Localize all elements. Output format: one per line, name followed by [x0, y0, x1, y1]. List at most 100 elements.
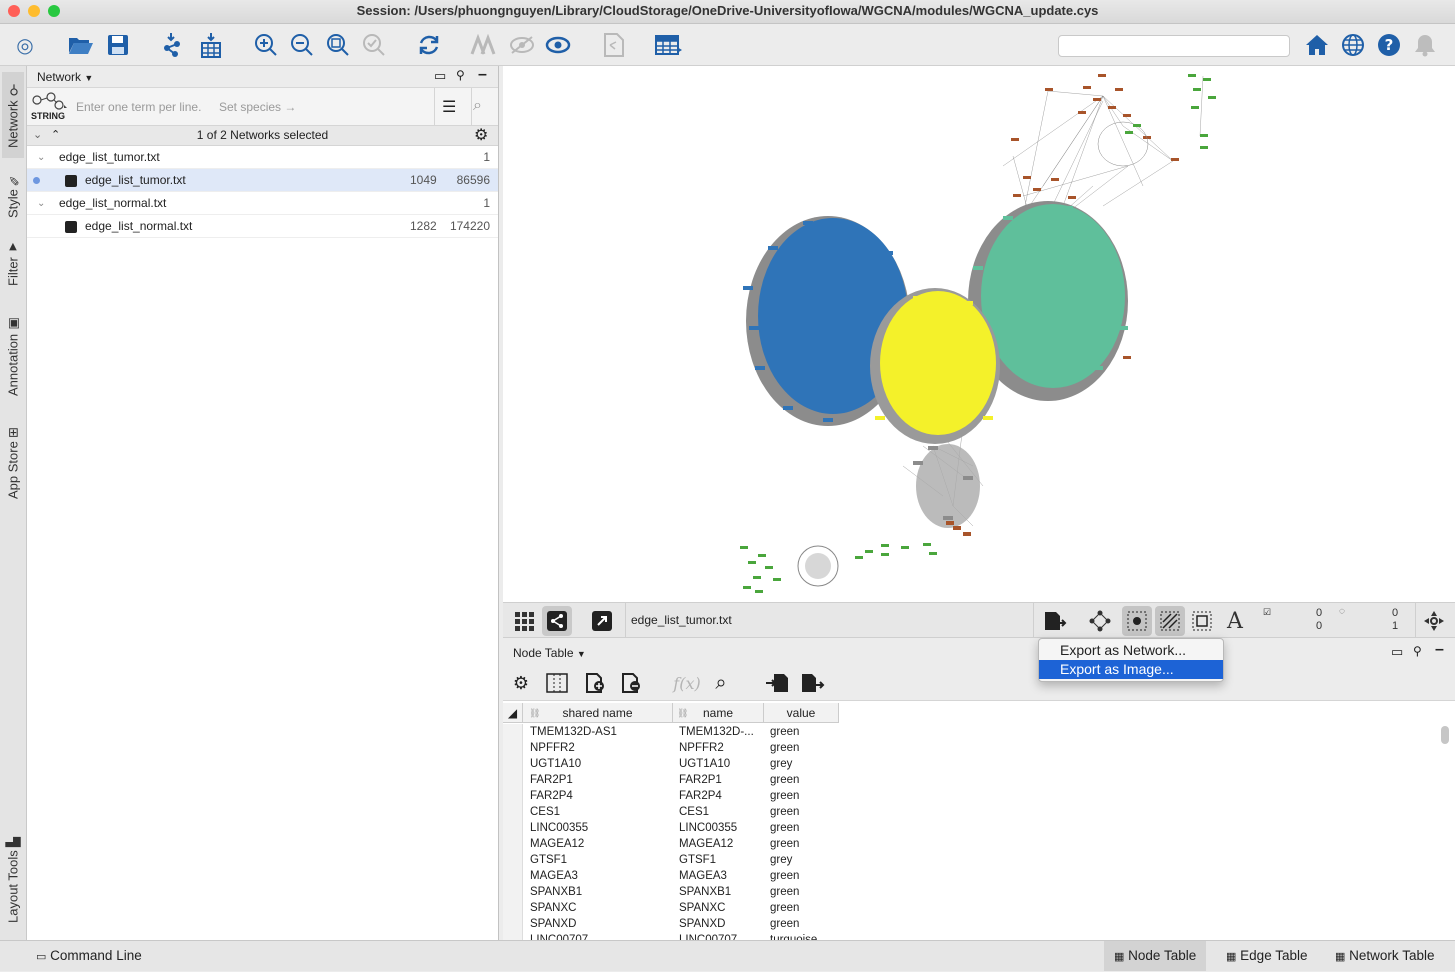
cell-value[interactable]: green	[770, 788, 840, 804]
tab-style[interactable]: Style ✎	[2, 166, 24, 224]
row-header[interactable]	[503, 724, 523, 740]
string-search-icon[interactable]: ⌕	[473, 97, 482, 115]
network-graph[interactable]	[503, 66, 1455, 602]
tab-filter[interactable]: Filter ▼	[2, 234, 24, 292]
table-row[interactable]: MAGEA12 MAGEA12 green	[503, 836, 1443, 852]
save-session-icon[interactable]	[103, 30, 133, 60]
cell-shared-name[interactable]: LINC00355	[530, 820, 670, 836]
table-row[interactable]: LINC00707 LINC00707 turquoise	[503, 932, 1443, 940]
table-row[interactable]: LINC00355 LINC00355 green	[503, 820, 1443, 836]
grid-view-icon[interactable]	[509, 606, 539, 636]
tab-annotation[interactable]: Annotation ▣	[2, 306, 24, 406]
show-edges-icon[interactable]	[1155, 606, 1185, 636]
hide-selected-icon[interactable]	[507, 30, 537, 60]
cell-shared-name[interactable]: CES1	[530, 804, 670, 820]
collection-row[interactable]: ⌄ edge_list_normal.txt 1	[27, 192, 498, 215]
import-table-icon[interactable]	[196, 30, 226, 60]
show-nodes-icon[interactable]	[1122, 606, 1152, 636]
row-header[interactable]	[503, 820, 523, 836]
network-row[interactable]: edge_list_normal.txt 1282 174220	[27, 215, 498, 238]
minimize-window-button[interactable]	[28, 5, 40, 17]
row-header[interactable]	[503, 852, 523, 868]
notifications-bell-icon[interactable]	[1410, 30, 1440, 60]
cell-value[interactable]: green	[770, 804, 840, 820]
cell-shared-name[interactable]: NPFFR2	[530, 740, 670, 756]
cell-value[interactable]: green	[770, 820, 840, 836]
zoom-out-icon[interactable]	[287, 30, 317, 60]
cell-shared-name[interactable]: MAGEA3	[530, 868, 670, 884]
row-header[interactable]	[503, 916, 523, 932]
set-species-link[interactable]: Set species →	[219, 100, 296, 114]
cell-name[interactable]: MAGEA3	[679, 868, 761, 884]
table-row[interactable]: NPFFR2 NPFFR2 green	[503, 740, 1443, 756]
delete-column-icon[interactable]	[617, 669, 645, 697]
menu-icon[interactable]: ☰	[442, 97, 456, 117]
cell-name[interactable]: LINC00355	[679, 820, 761, 836]
cell-shared-name[interactable]: LINC00707	[530, 932, 670, 940]
import-table-data-icon[interactable]	[763, 669, 791, 697]
menu-item-export-image[interactable]: Export as Image...	[1039, 660, 1223, 679]
row-header[interactable]	[503, 804, 523, 820]
pin-icon[interactable]: ⚲	[456, 68, 465, 82]
cell-shared-name[interactable]: MAGEA12	[530, 836, 670, 852]
cell-value[interactable]: green	[770, 740, 840, 756]
column-header-value[interactable]: value	[764, 703, 839, 723]
home-icon[interactable]	[1302, 30, 1332, 60]
new-network-from-selection-icon[interactable]	[599, 30, 629, 60]
column-header-shared-name[interactable]: ⛓ shared name	[523, 703, 673, 723]
table-row[interactable]: FAR2P4 FAR2P4 green	[503, 788, 1443, 804]
table-row[interactable]: FAR2P1 FAR2P1 green	[503, 772, 1443, 788]
minimize-panel-icon[interactable]: –	[1435, 641, 1444, 659]
row-header[interactable]	[503, 772, 523, 788]
menu-item-export-network[interactable]: Export as Network...	[1039, 641, 1223, 660]
zoom-window-button[interactable]	[48, 5, 60, 17]
refresh-icon[interactable]	[414, 30, 444, 60]
export-icon[interactable]	[1040, 606, 1070, 636]
select-all-corner[interactable]: ◢	[503, 703, 523, 723]
row-header[interactable]	[503, 788, 523, 804]
row-header[interactable]	[503, 932, 523, 940]
table-row[interactable]: CES1 CES1 green	[503, 804, 1443, 820]
collapse-all-icon[interactable]: ⌄	[33, 126, 42, 145]
table-row[interactable]: TMEM132D-AS1 TMEM132D-... green	[503, 724, 1443, 740]
table-row[interactable]: SPANXB1 SPANXB1 green	[503, 884, 1443, 900]
cell-name[interactable]: MAGEA12	[679, 836, 761, 852]
show-all-icon[interactable]	[543, 30, 573, 60]
open-session-icon[interactable]	[66, 30, 96, 60]
cell-value[interactable]: green	[770, 724, 840, 740]
table-row[interactable]: GTSF1 GTSF1 grey	[503, 852, 1443, 868]
zoom-selected-icon[interactable]	[359, 30, 389, 60]
cell-shared-name[interactable]: SPANXC	[530, 900, 670, 916]
navigator-icon[interactable]	[1419, 606, 1449, 636]
cell-value[interactable]: green	[770, 884, 840, 900]
chevron-down-icon[interactable]: ⌄	[37, 146, 45, 169]
row-header[interactable]	[503, 868, 523, 884]
cell-name[interactable]: GTSF1	[679, 852, 761, 868]
close-window-button[interactable]	[8, 5, 20, 17]
cell-shared-name[interactable]: FAR2P1	[530, 772, 670, 788]
cell-shared-name[interactable]: SPANXB1	[530, 884, 670, 900]
collection-row[interactable]: ⌄ edge_list_tumor.txt 1	[27, 146, 498, 169]
cell-name[interactable]: SPANXB1	[679, 884, 761, 900]
cell-name[interactable]: CES1	[679, 804, 761, 820]
cell-shared-name[interactable]: SPANXD	[530, 916, 670, 932]
float-panel-icon[interactable]: ▭	[1391, 644, 1403, 660]
tab-layout-tools[interactable]: Layout Tools ▙	[2, 826, 24, 934]
zoom-fit-icon[interactable]	[323, 30, 353, 60]
globe-icon[interactable]	[1338, 30, 1368, 60]
export-table-data-icon[interactable]	[799, 669, 827, 697]
row-header[interactable]	[503, 740, 523, 756]
row-header[interactable]	[503, 836, 523, 852]
cell-shared-name[interactable]: UGT1A10	[530, 756, 670, 772]
cell-shared-name[interactable]: TMEM132D-AS1	[530, 724, 670, 740]
table-row[interactable]: SPANXD SPANXD green	[503, 916, 1443, 932]
cell-value[interactable]: green	[770, 772, 840, 788]
cell-value[interactable]: green	[770, 900, 840, 916]
command-line-button[interactable]: ▭ Command Line	[26, 941, 152, 971]
search-input[interactable]	[1058, 35, 1290, 57]
pin-icon[interactable]: ⚲	[1413, 644, 1422, 658]
tab-node-table[interactable]: ▦ Node Table	[1104, 941, 1207, 971]
network-canvas[interactable]	[503, 66, 1455, 602]
first-neighbors-icon[interactable]	[470, 30, 500, 60]
layout-icon[interactable]	[1085, 606, 1115, 636]
